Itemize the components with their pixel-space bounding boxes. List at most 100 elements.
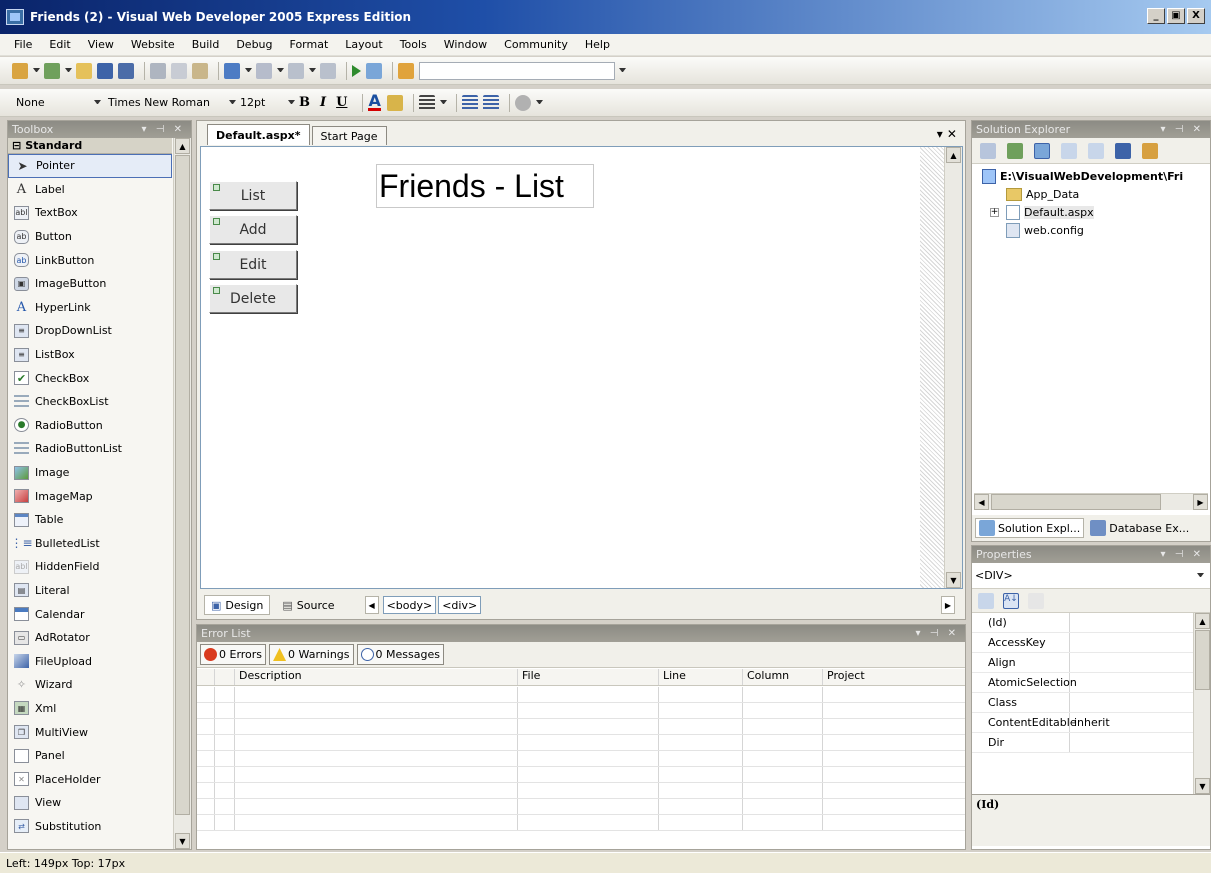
messages-filter-button[interactable]: 0 Messages: [356, 644, 444, 665]
solution-window-controls[interactable]: ▾ ⊣ ✕: [1161, 124, 1204, 135]
page-title[interactable]: Friends - List: [376, 164, 594, 208]
toolbox-window-controls[interactable]: ▾ ⊣ ✕: [142, 124, 185, 135]
toolbox-item-pointer[interactable]: ➤ Pointer: [8, 154, 172, 178]
font-name-select[interactable]: Times New Roman: [105, 94, 225, 112]
toolbox-item-view[interactable]: View: [8, 791, 172, 815]
scroll-up-icon[interactable]: ▲: [175, 138, 190, 154]
design-scrollbar[interactable]: ▲ ▼: [944, 147, 962, 588]
toolbox-item-listbox[interactable]: ≡ ListBox: [8, 343, 172, 367]
crumb-div[interactable]: <div>: [438, 596, 482, 614]
properties-icon[interactable]: [980, 142, 996, 159]
scroll-thumb[interactable]: [1195, 630, 1210, 690]
bulleted-list-icon[interactable]: [482, 94, 499, 111]
property-value[interactable]: [1070, 653, 1210, 672]
paste-icon[interactable]: [192, 62, 208, 79]
open-icon[interactable]: [76, 62, 92, 79]
scroll-down-icon[interactable]: ▼: [1195, 778, 1210, 794]
copy-icon[interactable]: [171, 62, 187, 79]
crumb-body[interactable]: <body>: [382, 596, 437, 614]
view-in-browser-icon[interactable]: [366, 62, 382, 79]
tab-solution-explorer[interactable]: Solution Expl...: [975, 518, 1085, 538]
document-close-icon[interactable]: ▾ ✕: [937, 127, 957, 141]
toolbox-item-fileupload[interactable]: FileUpload: [8, 649, 172, 673]
column-line[interactable]: Line: [659, 669, 743, 685]
tree-item-web-config[interactable]: web.config: [982, 221, 1210, 239]
add-item-icon[interactable]: [44, 62, 60, 79]
alphabetical-icon[interactable]: A↓: [1003, 592, 1019, 609]
column-file[interactable]: File: [518, 669, 659, 685]
asp-config-icon[interactable]: [1142, 142, 1158, 159]
menu-website[interactable]: Website: [131, 38, 175, 51]
toolbox-item-radiobuttonlist[interactable]: RadioButtonList: [8, 437, 172, 461]
undo-icon[interactable]: [224, 62, 240, 79]
toolbox-scrollbar[interactable]: ▲ ▼: [173, 138, 191, 849]
menu-layout[interactable]: Layout: [345, 38, 382, 51]
property-value[interactable]: [1070, 613, 1210, 632]
menu-file[interactable]: File: [14, 38, 32, 51]
expand-icon[interactable]: +: [990, 207, 999, 217]
toolbox-item-label[interactable]: A Label: [8, 178, 172, 202]
numbered-list-icon[interactable]: [461, 94, 478, 111]
toolbox-item-textbox[interactable]: abl TextBox: [8, 201, 172, 225]
start-debugging-icon[interactable]: [352, 64, 361, 77]
source-view-tab[interactable]: ▤ Source: [276, 595, 340, 615]
save-all-icon[interactable]: [118, 62, 134, 79]
spell-check-icon[interactable]: [514, 94, 531, 111]
property-row[interactable]: (Id): [972, 613, 1210, 633]
toolbox-item-table[interactable]: Table: [8, 508, 172, 532]
object-selector[interactable]: <DIV>: [972, 563, 1210, 589]
toolbox-item-placeholder[interactable]: ✕ PlaceHolder: [8, 767, 172, 791]
solution-hscrollbar[interactable]: ◀ ▶: [974, 493, 1208, 510]
block-format-select[interactable]: None: [16, 96, 94, 109]
design-surface[interactable]: List Add Edit Delete Friends - List ▲ ▼: [200, 146, 963, 589]
property-row[interactable]: Align: [972, 653, 1210, 673]
toolbox-item-multiview[interactable]: ❐ MultiView: [8, 720, 172, 744]
toolbox-item-imagebutton[interactable]: ▣ ImageButton: [8, 272, 172, 296]
property-value[interactable]: inherit: [1070, 713, 1210, 732]
toolbox-item-wizard[interactable]: ✧ Wizard: [8, 673, 172, 697]
toolbox-item-image[interactable]: Image: [8, 461, 172, 485]
toolbox-item-checkbox[interactable]: ✔ CheckBox: [8, 366, 172, 390]
scroll-down-icon[interactable]: ▼: [946, 572, 961, 588]
property-value[interactable]: [1070, 733, 1210, 752]
column-column[interactable]: Column: [743, 669, 823, 685]
menu-tools[interactable]: Tools: [400, 38, 427, 51]
scroll-up-icon[interactable]: ▲: [946, 147, 961, 163]
property-value[interactable]: [1070, 693, 1210, 712]
property-row[interactable]: AccessKey: [972, 633, 1210, 653]
tab-default-aspx[interactable]: Default.aspx*: [207, 124, 310, 145]
menu-window[interactable]: Window: [444, 38, 487, 51]
background-color-icon[interactable]: [386, 94, 403, 111]
design-view-tab[interactable]: ▣ Design: [204, 595, 271, 615]
menu-debug[interactable]: Debug: [236, 38, 272, 51]
toolbox-item-calendar[interactable]: Calendar: [8, 602, 172, 626]
property-value[interactable]: [1070, 633, 1210, 652]
column-description[interactable]: Description: [235, 669, 518, 685]
scroll-up-icon[interactable]: ▲: [1195, 613, 1210, 629]
toolbox-item-substitution[interactable]: ⇄ Substitution: [8, 815, 172, 839]
save-icon[interactable]: [97, 62, 113, 79]
property-row[interactable]: ContentEditable inherit: [972, 713, 1210, 733]
menu-community[interactable]: Community: [504, 38, 568, 51]
tab-start-page[interactable]: Start Page: [311, 126, 387, 145]
menu-edit[interactable]: Edit: [49, 38, 70, 51]
edit-button[interactable]: Edit: [209, 250, 297, 279]
bold-button[interactable]: B: [299, 95, 310, 110]
tree-item-default-aspx[interactable]: + Default.aspx: [982, 203, 1210, 221]
errors-filter-button[interactable]: 0 Errors: [200, 644, 267, 665]
toolbox-item-imagemap[interactable]: ImageMap: [8, 484, 172, 508]
new-project-icon[interactable]: [12, 62, 28, 79]
foreground-color-button[interactable]: A: [368, 93, 381, 111]
crumb-right-icon[interactable]: ▶: [941, 596, 955, 614]
delete-button[interactable]: Delete: [209, 284, 297, 313]
justify-icon[interactable]: [418, 94, 435, 111]
add-button[interactable]: Add: [209, 215, 297, 244]
tree-root[interactable]: E:\VisualWebDevelopment\Fri: [982, 167, 1210, 185]
view-code-icon[interactable]: [1061, 142, 1077, 159]
property-pages-icon[interactable]: [1028, 592, 1044, 609]
property-row[interactable]: Dir: [972, 733, 1210, 753]
error-list-window-controls[interactable]: ▾ ⊣ ✕: [916, 628, 959, 639]
view-designer-icon[interactable]: [1088, 142, 1104, 159]
underline-button[interactable]: U: [336, 95, 347, 110]
cut-icon[interactable]: [150, 62, 166, 79]
